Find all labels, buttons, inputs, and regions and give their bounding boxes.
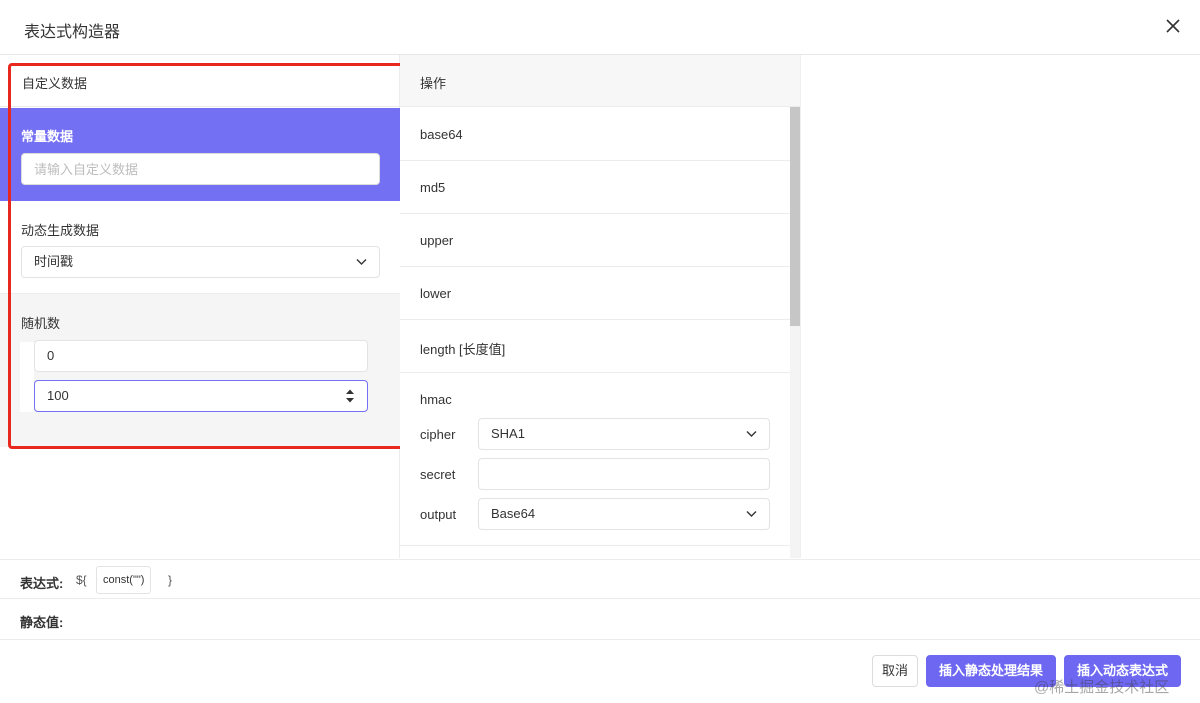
number-spinner-icon[interactable]	[345, 388, 355, 404]
secret-label: secret	[420, 467, 456, 482]
insert-dynamic-button[interactable]: 插入动态表达式	[1064, 655, 1181, 687]
custom-data-title: 自定义数据	[22, 76, 88, 91]
op-item-label: length [长度值]	[420, 342, 506, 357]
constant-data-section[interactable]: 常量数据	[0, 108, 400, 201]
random-number-label: 随机数	[21, 316, 61, 331]
op-item-hmac[interactable]: hmac cipher SHA1 secret output Base64	[400, 373, 790, 546]
empty-area	[800, 55, 1200, 558]
op-item-label: base64	[420, 127, 463, 142]
expression-token[interactable]: const("")	[96, 566, 152, 594]
chevron-down-icon	[746, 511, 757, 517]
hmac-label: hmac	[420, 392, 452, 407]
constant-data-input[interactable]	[21, 153, 380, 185]
random-min-input[interactable]: 0	[34, 340, 368, 372]
operations-scrollbar-thumb[interactable]	[790, 107, 800, 326]
chevron-down-icon	[356, 259, 367, 265]
constant-data-label: 常量数据	[21, 129, 74, 144]
cancel-button[interactable]: 取消	[872, 655, 918, 687]
dialog-title: 表达式构造器	[24, 24, 121, 41]
expression-label: 表达式:	[20, 576, 64, 591]
operations-header: 操作	[400, 55, 800, 107]
output-select[interactable]: Base64	[478, 498, 770, 530]
operations-panel: 操作 base64 md5 upper lower length [长度值] h…	[400, 55, 800, 558]
insert-static-button[interactable]: 插入静态处理结果	[926, 655, 1056, 687]
cipher-label: cipher	[420, 427, 456, 442]
output-label: output	[420, 507, 457, 522]
op-item-md5[interactable]: md5	[400, 161, 790, 214]
static-value-row: 静态值:	[0, 599, 1200, 640]
static-value-label: 静态值:	[20, 615, 64, 630]
cipher-select[interactable]: SHA1	[478, 418, 770, 450]
random-max-input[interactable]: 100	[34, 380, 368, 412]
op-item-lower[interactable]: lower	[400, 267, 790, 320]
dialog-header: 表达式构造器	[0, 0, 1200, 55]
cipher-selected: SHA1	[491, 426, 525, 441]
custom-data-header: 自定义数据	[0, 55, 400, 107]
dynamic-data-section[interactable]: 动态生成数据 时间戳	[0, 201, 400, 293]
random-decoration	[20, 342, 34, 412]
op-item-base64[interactable]: base64	[400, 108, 790, 161]
op-item-label: lower	[420, 286, 452, 301]
expression-close-brace: }	[168, 573, 173, 587]
secret-input[interactable]	[478, 458, 770, 490]
dynamic-data-label: 动态生成数据	[21, 223, 100, 238]
op-item-label: md5	[420, 180, 446, 195]
random-number-section[interactable]: 随机数 0 100	[0, 293, 400, 447]
dynamic-data-selected: 时间戳	[34, 254, 74, 269]
close-icon[interactable]	[1164, 17, 1182, 35]
chevron-down-icon	[746, 431, 757, 437]
output-selected: Base64	[491, 506, 536, 521]
random-min-value: 0	[47, 348, 55, 363]
op-item-label: upper	[420, 233, 454, 248]
expression-row: 表达式: ${ const("") }	[0, 559, 1200, 599]
dynamic-data-select[interactable]: 时间戳	[21, 246, 380, 278]
custom-data-panel: 自定义数据 常量数据 动态生成数据 时间戳 随机数 0 100	[0, 55, 400, 558]
random-max-value: 100	[47, 388, 69, 403]
operations-title: 操作	[420, 76, 447, 91]
op-item-upper[interactable]: upper	[400, 214, 790, 267]
op-item-length[interactable]: length [长度值]	[400, 320, 790, 373]
expression-open-brace: ${	[76, 573, 87, 587]
